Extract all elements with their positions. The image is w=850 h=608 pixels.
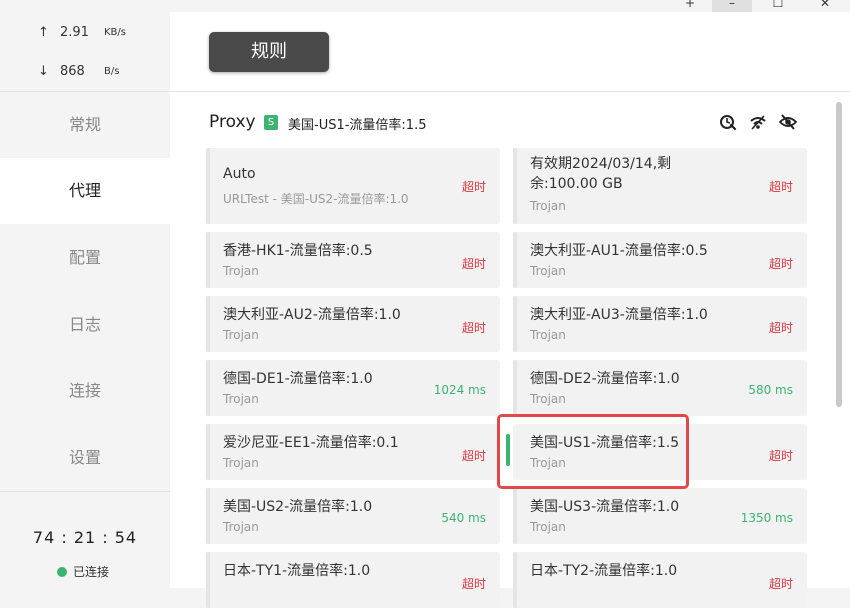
proxy-delay[interactable]: 超时: [769, 575, 793, 592]
close-button[interactable]: ✕: [805, 0, 845, 12]
connection-status-label: 已连接: [73, 565, 110, 579]
proxy-name: 澳大利亚-AU3-流量倍率:1.0: [530, 307, 708, 323]
download-speed-value: 868: [60, 64, 85, 79]
proxy-delay[interactable]: 超时: [462, 447, 486, 464]
uptime-timer: 74 : 21 : 54: [32, 528, 138, 547]
proxy-type: Trojan: [223, 456, 259, 470]
connection-status: 已连接: [57, 563, 109, 580]
proxy-type: Trojan: [223, 264, 259, 278]
proxy-name: 美国-US2-流量倍率:1.0: [223, 499, 373, 515]
card-edge: [206, 488, 210, 544]
proxy-card[interactable]: 美国-US3-流量倍率:1.0 Trojan 1350 ms: [513, 488, 807, 544]
status-dot-icon: [57, 567, 67, 577]
proxy-card[interactable]: 日本-TY1-流量倍率:1.0 超时: [206, 552, 500, 608]
card-edge: [513, 148, 517, 224]
latency-test-icon[interactable]: [719, 113, 737, 131]
proxy-type: Trojan: [530, 328, 566, 342]
proxy-card[interactable]: 德国-DE1-流量倍率:1.0 Trojan 1024 ms: [206, 360, 500, 416]
proxy-name: 有效期2024/03/14,剩余:100.00 GB: [530, 156, 672, 192]
proxy-type: Trojan: [530, 520, 566, 534]
sidebar-item-general[interactable]: 常规: [0, 92, 170, 158]
proxy-type: Trojan: [530, 264, 566, 278]
upload-speed: ↑ 2.91 KB/s: [0, 25, 170, 45]
upload-arrow-icon: ↑: [38, 25, 49, 40]
proxy-type: Trojan: [530, 199, 566, 213]
sidebar-item-logs[interactable]: 日志: [0, 292, 170, 358]
proxy-delay[interactable]: 1350 ms: [741, 511, 793, 525]
hide-icon[interactable]: [779, 113, 797, 131]
sidebar-item-proxy[interactable]: 代理: [0, 158, 170, 224]
main-panel: 规则 Proxy S 美国-US1-流量倍率:1.5 Auto URLTest -…: [170, 12, 850, 608]
proxy-delay[interactable]: 超时: [462, 178, 486, 195]
sidebar-divider: [0, 491, 170, 492]
upload-speed-value: 2.91: [60, 25, 89, 40]
proxy-name: 美国-US3-流量倍率:1.0: [530, 499, 680, 515]
proxy-card[interactable]: 澳大利亚-AU1-流量倍率:0.5 Trojan 超时: [513, 232, 807, 288]
proxy-card[interactable]: 德国-DE2-流量倍率:1.0 Trojan 580 ms: [513, 360, 807, 416]
proxy-type: URLTest - 美国-US2-流量倍率:1.0: [223, 192, 409, 206]
rule-mode-button[interactable]: 规则: [209, 32, 329, 72]
proxy-name: 澳大利亚-AU2-流量倍率:1.0: [223, 307, 401, 323]
proxy-type: Trojan: [530, 392, 566, 406]
proxy-name: 日本-TY2-流量倍率:1.0: [530, 563, 678, 579]
group-current-proxy: 美国-US1-流量倍率:1.5: [288, 118, 427, 133]
download-arrow-icon: ↓: [38, 64, 49, 79]
new-window-button[interactable]: +: [670, 0, 710, 12]
card-edge: [513, 360, 517, 416]
vertical-scrollbar[interactable]: [836, 102, 842, 407]
card-edge: [206, 360, 210, 416]
card-edge: [513, 488, 517, 544]
card-edge: [206, 424, 210, 480]
sidebar-item-connections[interactable]: 连接: [0, 358, 170, 424]
proxy-card[interactable]: 香港-HK1-流量倍率:0.5 Trojan 超时: [206, 232, 500, 288]
proxy-card[interactable]: 日本-TY2-流量倍率:1.0 超时: [513, 552, 807, 608]
proxy-delay[interactable]: 超时: [462, 255, 486, 272]
proxy-delay[interactable]: 超时: [462, 575, 486, 592]
proxy-type: Trojan: [223, 520, 259, 534]
minimize-button[interactable]: –: [712, 0, 752, 12]
sidebar-item-settings[interactable]: 设置: [0, 425, 170, 491]
proxy-card[interactable]: 澳大利亚-AU2-流量倍率:1.0 Trojan 超时: [206, 296, 500, 352]
group-type-badge: S: [264, 115, 278, 130]
proxy-delay[interactable]: 580 ms: [748, 383, 793, 397]
upload-speed-unit: KB/s: [104, 27, 126, 38]
download-speed: ↓ 868 B/s: [0, 64, 170, 84]
proxy-card[interactable]: 有效期2024/03/14,剩余:100.00 GB Trojan 超时: [513, 148, 807, 224]
card-edge: [206, 148, 210, 224]
proxy-name: 德国-DE1-流量倍率:1.0: [223, 371, 373, 387]
proxy-card[interactable]: 爱沙尼亚-EE1-流量倍率:0.1 Trojan 超时: [206, 424, 500, 480]
proxy-card[interactable]: 澳大利亚-AU3-流量倍率:1.0 Trojan 超时: [513, 296, 807, 352]
mode-toolbar: 规则: [170, 12, 850, 92]
proxy-delay[interactable]: 超时: [769, 178, 793, 195]
proxy-name: 爱沙尼亚-EE1-流量倍率:0.1: [223, 435, 399, 451]
proxy-name: Auto: [223, 166, 256, 182]
proxy-card[interactable]: 美国-US2-流量倍率:1.0 Trojan 540 ms: [206, 488, 500, 544]
card-edge: [513, 296, 517, 352]
card-edge: [206, 552, 210, 608]
sidebar-item-profiles[interactable]: 配置: [0, 225, 170, 291]
card-edge: [206, 296, 210, 352]
proxy-group-title: Proxy: [209, 112, 256, 132]
proxy-type: Trojan: [223, 328, 259, 342]
maximize-button[interactable]: ☐: [758, 0, 798, 12]
card-edge: [513, 232, 517, 288]
proxy-name: 德国-DE2-流量倍率:1.0: [530, 371, 680, 387]
proxy-delay[interactable]: 超时: [769, 319, 793, 336]
proxy-delay[interactable]: 1024 ms: [434, 383, 486, 397]
proxy-name: 日本-TY1-流量倍率:1.0: [223, 563, 371, 579]
proxy-card[interactable]: Auto URLTest - 美国-US2-流量倍率:1.0 超时: [206, 148, 500, 224]
proxy-delay[interactable]: 超时: [769, 447, 793, 464]
card-edge: [206, 232, 210, 288]
wifi-icon[interactable]: [749, 113, 767, 131]
proxy-delay[interactable]: 超时: [462, 319, 486, 336]
proxy-name: 澳大利亚-AU1-流量倍率:0.5: [530, 243, 708, 259]
proxy-delay[interactable]: 540 ms: [441, 511, 486, 525]
download-speed-unit: B/s: [104, 66, 120, 77]
selection-highlight-box: [497, 414, 689, 489]
sidebar: ↑ 2.91 KB/s ↓ 868 B/s 常规 代理 配置 日志 连接 设置 …: [0, 0, 170, 588]
card-edge: [513, 552, 517, 608]
proxy-type: Trojan: [223, 392, 259, 406]
proxy-delay[interactable]: 超时: [769, 255, 793, 272]
proxy-name: 香港-HK1-流量倍率:0.5: [223, 243, 373, 259]
